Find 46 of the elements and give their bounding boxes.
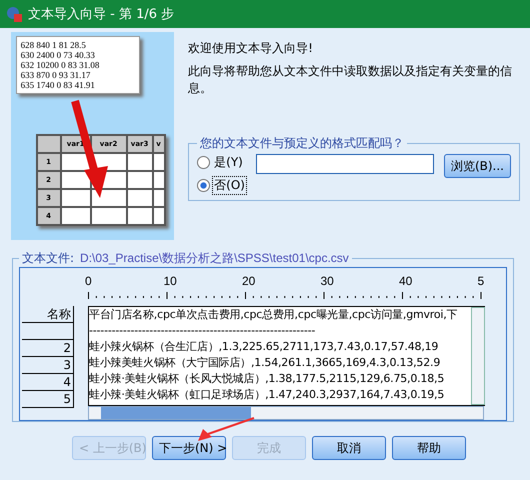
ruler-number: 5 bbox=[478, 274, 484, 288]
sample-data-line: 630 2400 0 73 40.33 bbox=[20, 50, 96, 60]
preview-line: ------------------------------------------------------------ bbox=[89, 323, 316, 339]
file-path-field[interactable] bbox=[256, 154, 434, 174]
row-label: 5 bbox=[22, 391, 74, 408]
app-icon bbox=[6, 6, 22, 22]
preview-line: 蛙小辣火锅杯（合生汇店）,1.3,225.65,2711,173,7.43,0.17,57.48,19 bbox=[89, 339, 440, 355]
vertical-scrollbar[interactable] bbox=[471, 307, 485, 405]
row-label: 3 bbox=[22, 357, 74, 374]
file-path-text: D:\03_Practise\数据分析之路\SPSS\test01\cpc.csv bbox=[80, 250, 349, 267]
radio-option[interactable]: 否(O) bbox=[197, 177, 246, 194]
text-file-label: 文本文件: bbox=[22, 250, 74, 267]
row-label bbox=[22, 323, 74, 340]
format-question: 您的文本文件与预定义的格式匹配吗？ bbox=[199, 135, 406, 152]
grid-cell bbox=[126, 189, 153, 207]
sample-data-line: 628 840 1 81 28.5 bbox=[20, 40, 87, 50]
preview-line: 平台门店名称,cpc单次点击费用,cpc总费用,cpc曝光量,cpc访问量,gmvroi,下 bbox=[89, 307, 458, 323]
window-title: 文本导入向导 - 第 1/6 步 bbox=[28, 6, 174, 23]
ruler-number: 20 bbox=[242, 274, 256, 288]
row-label: 2 bbox=[22, 340, 74, 357]
sample-data-line: 635 1740 0 83 41.91 bbox=[20, 80, 96, 90]
row-label: 名称 bbox=[22, 306, 74, 323]
preview-line: 蛙小辣·美蛙火锅杯（长风大悦城店）,1.38,177.5,2115,129,6.75,0.18,5 bbox=[89, 371, 446, 387]
grid-cell bbox=[126, 171, 153, 189]
ruler-number: 40 bbox=[399, 274, 412, 288]
grid-cell bbox=[60, 189, 91, 207]
horizontal-scrollbar[interactable] bbox=[88, 406, 484, 420]
ruler-number: 30 bbox=[320, 274, 334, 288]
sample-data-line: 632 10200 0 83 31.08 bbox=[20, 60, 100, 70]
welcome-text: 欢迎使用文本导入向导! bbox=[188, 40, 314, 57]
browse-button[interactable]: 浏览(B)... bbox=[444, 154, 511, 178]
ruler-number: 10 bbox=[164, 274, 177, 288]
preview-line: 蛙小辣·美蛙火锅杯（虹口足球场店）,1.47,240.3,2937,164,7.43,0.19,5 bbox=[89, 387, 446, 403]
preview-line: 蛙小辣美蛙火锅杯（大宁国际店）,1.54,261.1,3665,169,4.3,0.13,52.9 bbox=[89, 355, 442, 371]
grid-cell bbox=[126, 153, 153, 171]
ruler-number: 0 bbox=[85, 274, 92, 288]
grid-cell bbox=[60, 171, 91, 189]
sample-data-line: 633 870 0 93 31.17 bbox=[20, 70, 92, 80]
row-label: 4 bbox=[22, 374, 74, 391]
description-text: 此向导将帮助您从文本文件中读取数据以及指定有关变量的信息。 bbox=[188, 63, 514, 97]
wizard-button[interactable]: 取消 bbox=[312, 436, 386, 460]
wizard-button[interactable]: 下一步(N) > bbox=[152, 436, 226, 460]
wizard-button[interactable]: 帮助 bbox=[392, 436, 466, 460]
radio-option[interactable]: 是(Y) bbox=[197, 154, 246, 171]
grid-cell bbox=[90, 189, 127, 207]
annotation-arrow bbox=[196, 417, 256, 443]
